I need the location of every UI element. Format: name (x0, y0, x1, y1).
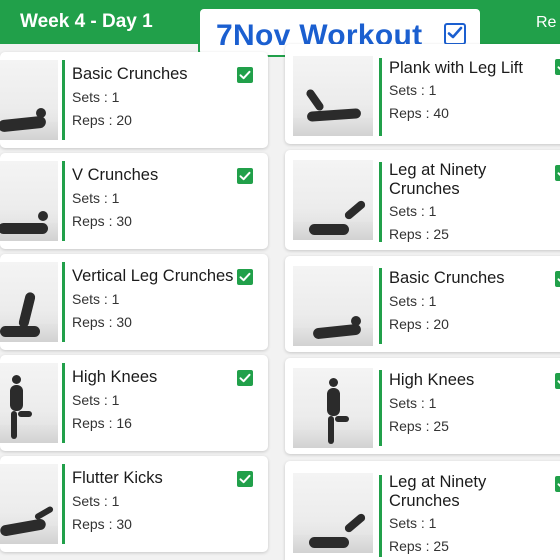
exercise-thumbnail (293, 473, 373, 553)
exercise-name: Basic Crunches (389, 269, 505, 287)
exercise-reps: Reps : 30 (72, 213, 132, 229)
exercise-reps: Reps : 20 (72, 112, 132, 128)
exercise-thumbnail (293, 160, 373, 240)
exercise-card[interactable]: Leg at Ninety Crunches Sets : 1 Reps : 2… (285, 461, 560, 560)
completed-checkbox[interactable] (237, 67, 253, 83)
card-divider (379, 268, 382, 344)
completed-checkbox[interactable] (555, 59, 560, 75)
card-divider (379, 58, 382, 136)
exercise-name: Leg at Ninety Crunches (389, 473, 487, 510)
exercise-name: Plank with Leg Lift (389, 59, 523, 77)
exercise-thumbnail (293, 56, 373, 136)
exercise-card[interactable]: High Knees Sets : 1 Reps : 25 (285, 358, 560, 454)
exercise-sets: Sets : 1 (72, 493, 120, 509)
exercise-sets: Sets : 1 (72, 190, 120, 206)
exercise-name: High Knees (72, 368, 158, 386)
exercise-sets: Sets : 1 (389, 515, 437, 531)
exercise-card[interactable]: Vertical Leg Crunches Sets : 1 Reps : 30 (0, 254, 268, 350)
card-divider (62, 464, 65, 544)
exercise-sets: Sets : 1 (389, 395, 437, 411)
exercise-card[interactable]: Basic Crunches Sets : 1 Reps : 20 (285, 256, 560, 352)
exercise-name: V Crunches (72, 166, 159, 184)
completed-checkbox[interactable] (237, 471, 253, 487)
exercise-thumbnail (0, 161, 58, 241)
exercise-reps: Reps : 25 (389, 226, 449, 242)
card-divider (379, 475, 382, 557)
exercise-sets: Sets : 1 (389, 82, 437, 98)
card-divider (62, 60, 65, 140)
exercise-card[interactable]: Flutter Kicks Sets : 1 Reps : 30 (0, 456, 268, 552)
exercise-sets: Sets : 1 (389, 293, 437, 309)
completed-checkbox[interactable] (555, 373, 560, 389)
exercise-thumbnail (293, 266, 373, 346)
exercise-name: Flutter Kicks (72, 469, 163, 487)
completed-checkbox[interactable] (555, 165, 560, 181)
topbar-action-text[interactable]: Re (536, 14, 560, 32)
exercise-reps: Reps : 40 (389, 105, 449, 121)
card-divider (62, 262, 65, 342)
card-divider (62, 161, 65, 241)
exercise-sets: Sets : 1 (389, 203, 437, 219)
exercise-card[interactable]: V Crunches Sets : 1 Reps : 30 (0, 153, 268, 249)
exercise-name: Leg at Ninety Crunches (389, 161, 487, 198)
exercise-card[interactable]: High Knees Sets : 1 Reps : 16 (0, 355, 268, 451)
exercise-card[interactable]: Leg at Ninety Crunches Sets : 1 Reps : 2… (285, 150, 560, 250)
checkbox-icon (444, 23, 466, 45)
exercise-reps: Reps : 30 (72, 516, 132, 532)
completed-checkbox[interactable] (555, 271, 560, 287)
exercise-thumbnail (0, 363, 58, 443)
exercise-name: Vertical Leg Crunches (72, 267, 234, 285)
exercise-sets: Sets : 1 (72, 392, 120, 408)
day-title: Week 4 - Day 1 (20, 11, 153, 32)
exercise-name: High Knees (389, 371, 475, 389)
exercise-sets: Sets : 1 (72, 291, 120, 307)
completed-checkbox[interactable] (237, 168, 253, 184)
exercise-thumbnail (0, 464, 58, 544)
completed-checkbox[interactable] (237, 370, 253, 386)
exercise-thumbnail (0, 262, 58, 342)
exercise-reps: Reps : 20 (389, 316, 449, 332)
card-divider (62, 363, 65, 443)
exercise-reps: Reps : 25 (389, 538, 449, 554)
exercise-thumbnail (0, 60, 58, 140)
exercise-sets: Sets : 1 (72, 89, 120, 105)
exercise-reps: Reps : 30 (72, 314, 132, 330)
exercise-name: Basic Crunches (72, 65, 188, 83)
card-divider (379, 162, 382, 242)
card-divider (379, 370, 382, 446)
exercise-card[interactable]: Basic Crunches Sets : 1 Reps : 20 (0, 52, 268, 148)
completed-checkbox[interactable] (555, 476, 560, 492)
exercise-card[interactable]: Plank with Leg Lift Sets : 1 Reps : 40 (285, 44, 560, 144)
exercise-thumbnail (293, 368, 373, 448)
exercise-reps: Reps : 25 (389, 418, 449, 434)
completed-checkbox[interactable] (237, 269, 253, 285)
exercise-reps: Reps : 16 (72, 415, 132, 431)
